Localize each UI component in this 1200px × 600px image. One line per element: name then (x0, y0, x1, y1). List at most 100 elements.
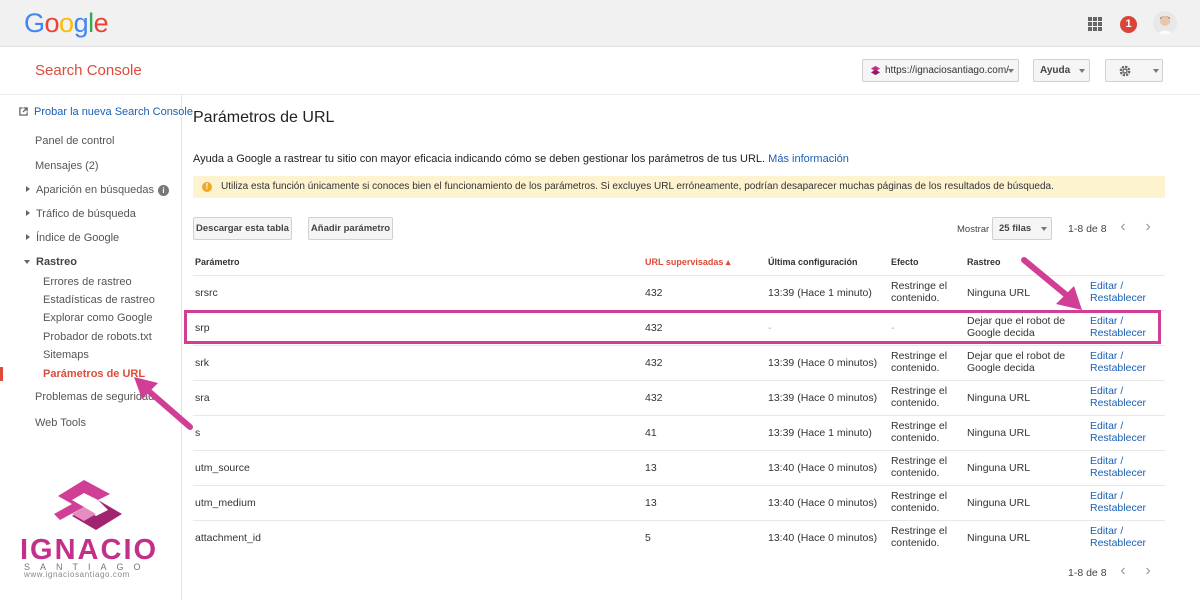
cell-parameter: srsrc (195, 287, 218, 299)
apps-grid-icon[interactable] (1088, 17, 1102, 31)
chevron-down-icon (1041, 227, 1047, 231)
product-title[interactable]: Search Console (35, 62, 142, 79)
top-bar: Google 1 (0, 0, 1200, 47)
sidebar-item-crawl[interactable]: Rastreo (24, 256, 77, 268)
cell-crawl: Ninguna URL (967, 497, 1031, 509)
cell-parameter: utm_medium (195, 497, 256, 509)
watermark-url: www.ignaciosantiago.com (24, 570, 130, 579)
sidebar-subitem-fetch-as-google[interactable]: Explorar como Google (43, 312, 152, 324)
row-highlight-annotation (184, 310, 1161, 344)
download-table-button[interactable]: Descargar esta tabla (193, 217, 292, 240)
edit-link[interactable]: Editar / (1090, 420, 1123, 432)
next-page-button-bottom[interactable]: › (1137, 561, 1159, 583)
sidebar-subitem-robots-tester[interactable]: Probador de robots.txt (43, 331, 152, 343)
external-link-icon (19, 107, 28, 116)
column-header-last-config[interactable]: Última configuración (768, 257, 858, 267)
reset-link[interactable]: Restablecer (1090, 397, 1146, 409)
chevron-down-icon (1153, 69, 1159, 73)
sidebar-subitem-crawl-errors[interactable]: Errores de rastreo (43, 276, 132, 288)
warning-banner: ! Utiliza esta función únicamente si con… (193, 176, 1165, 198)
settings-button[interactable] (1105, 59, 1163, 82)
site-selector[interactable]: https://ignaciosantiago.com/ (862, 59, 1019, 82)
cell-parameter: srk (195, 357, 209, 369)
sidebar-subitem-crawl-stats[interactable]: Estadísticas de rastreo (43, 294, 155, 306)
prev-page-button[interactable]: ‹ (1112, 217, 1134, 239)
column-header-effect[interactable]: Efecto (891, 257, 919, 267)
table-row: s 41 13:39 (Hace 1 minuto) Restringe el cont… (193, 415, 1165, 450)
cell-last-config: 13:39 (Hace 1 minuto) (768, 427, 872, 439)
sidebar-item-dashboard[interactable]: Panel de control (35, 135, 115, 147)
edit-link[interactable]: Editar / (1090, 525, 1123, 537)
google-logo-letter: o (59, 8, 74, 38)
page-title: Parámetros de URL (193, 109, 335, 126)
cell-crawl: Ninguna URL (967, 532, 1031, 544)
next-page-button[interactable]: › (1137, 217, 1159, 239)
cell-last-config: 13:40 (Hace 0 minutos) (768, 532, 878, 544)
cell-effect: Restringe el contenido. (891, 385, 948, 409)
cell-effect: Restringe el contenido. (891, 350, 948, 374)
cell-effect: Restringe el contenido. (891, 490, 948, 514)
cell-last-config: 13:39 (Hace 0 minutos) (768, 392, 878, 404)
rows-per-page-select[interactable]: 25 filas (992, 217, 1052, 240)
cell-crawl: Dejar que el robot de Google decida (967, 350, 1066, 374)
notifications-badge[interactable]: 1 (1120, 16, 1137, 33)
avatar[interactable] (1153, 11, 1177, 35)
show-label: Mostrar (957, 224, 990, 235)
prev-page-button-bottom[interactable]: ‹ (1112, 561, 1134, 583)
edit-link[interactable]: Editar / (1090, 280, 1123, 292)
sidebar-item-messages[interactable]: Mensajes (2) (35, 160, 99, 172)
column-header-urls[interactable]: URL supervisadas ▴ (645, 257, 730, 268)
reset-link[interactable]: Restablecer (1090, 537, 1146, 549)
info-icon[interactable]: i (158, 185, 170, 196)
add-parameter-button[interactable]: Añadir parámetro (308, 217, 393, 240)
table-row: utm_medium 13 13:40 (Hace 0 minutos) Restri… (193, 485, 1165, 520)
help-button[interactable]: Ayuda (1033, 59, 1090, 82)
cell-urls: 432 (645, 357, 663, 369)
watermark-logo: IGNACIO SANTIAGO www.ignaciosantiago.com (20, 480, 160, 580)
cell-urls: 41 (645, 427, 657, 439)
cell-urls: 432 (645, 287, 663, 299)
cell-effect: Restringe el contenido. (891, 420, 948, 444)
edit-link[interactable]: Editar / (1090, 385, 1123, 397)
sidebar-item-search-traffic[interactable]: Tráfico de búsqueda (26, 208, 136, 220)
column-header-parameter[interactable]: Parámetro (195, 257, 240, 267)
sidebar-item-web-tools[interactable]: Web Tools (35, 417, 86, 429)
console-header: Search Console https://ignaciosantiago.c… (0, 48, 1200, 95)
more-info-link[interactable]: Más información (768, 153, 849, 165)
intro-text: Ayuda a Google a rastrear tu sitio con m… (193, 153, 849, 165)
cell-urls: 13 (645, 497, 657, 509)
table-row: attachment_id 5 13:40 (Hace 0 minutos) Rest… (193, 520, 1165, 555)
chevron-right-icon (26, 210, 30, 216)
sidebar-item-search-appearance[interactable]: Aparición en búsquedas i (26, 184, 170, 196)
sidebar-subitem-sitemaps[interactable]: Sitemaps (43, 349, 89, 361)
chevron-right-icon (26, 186, 30, 192)
edit-link[interactable]: Editar / (1090, 455, 1123, 467)
cell-crawl: Ninguna URL (967, 427, 1031, 439)
cell-urls: 5 (645, 532, 651, 544)
chevron-down-icon (1079, 69, 1085, 73)
active-indicator (0, 367, 3, 381)
table-row: utm_source 13 13:40 (Hace 0 minutos) Restri… (193, 450, 1165, 485)
pager-range: 1-8 de 8 (1068, 223, 1107, 235)
reset-link[interactable]: Restablecer (1090, 362, 1146, 374)
reset-link[interactable]: Restablecer (1090, 467, 1146, 479)
reset-link[interactable]: Restablecer (1090, 502, 1146, 514)
cell-actions: Editar / Restablecer (1090, 350, 1146, 374)
chevron-down-icon (1008, 69, 1014, 73)
cell-urls: 432 (645, 392, 663, 404)
table-row: sra 432 13:39 (Hace 0 minutos) Restringe el… (193, 380, 1165, 415)
cell-effect: Restringe el contenido. (891, 525, 948, 549)
sidebar-item-new-console[interactable]: Probar la nueva Search Console (19, 106, 193, 118)
column-header-crawl[interactable]: Rastreo (967, 257, 1001, 267)
site-logo-icon (870, 65, 881, 76)
reset-link[interactable]: Restablecer (1090, 292, 1146, 304)
cell-effect: Restringe el contenido. (891, 455, 948, 479)
sidebar-item-google-index[interactable]: Índice de Google (26, 232, 119, 244)
edit-link[interactable]: Editar / (1090, 490, 1123, 502)
edit-link[interactable]: Editar / (1090, 350, 1123, 362)
reset-link[interactable]: Restablecer (1090, 432, 1146, 444)
google-logo[interactable]: Google (24, 8, 109, 39)
cell-last-config: 13:40 (Hace 0 minutos) (768, 462, 878, 474)
cell-urls: 13 (645, 462, 657, 474)
chevron-down-icon (24, 260, 30, 264)
